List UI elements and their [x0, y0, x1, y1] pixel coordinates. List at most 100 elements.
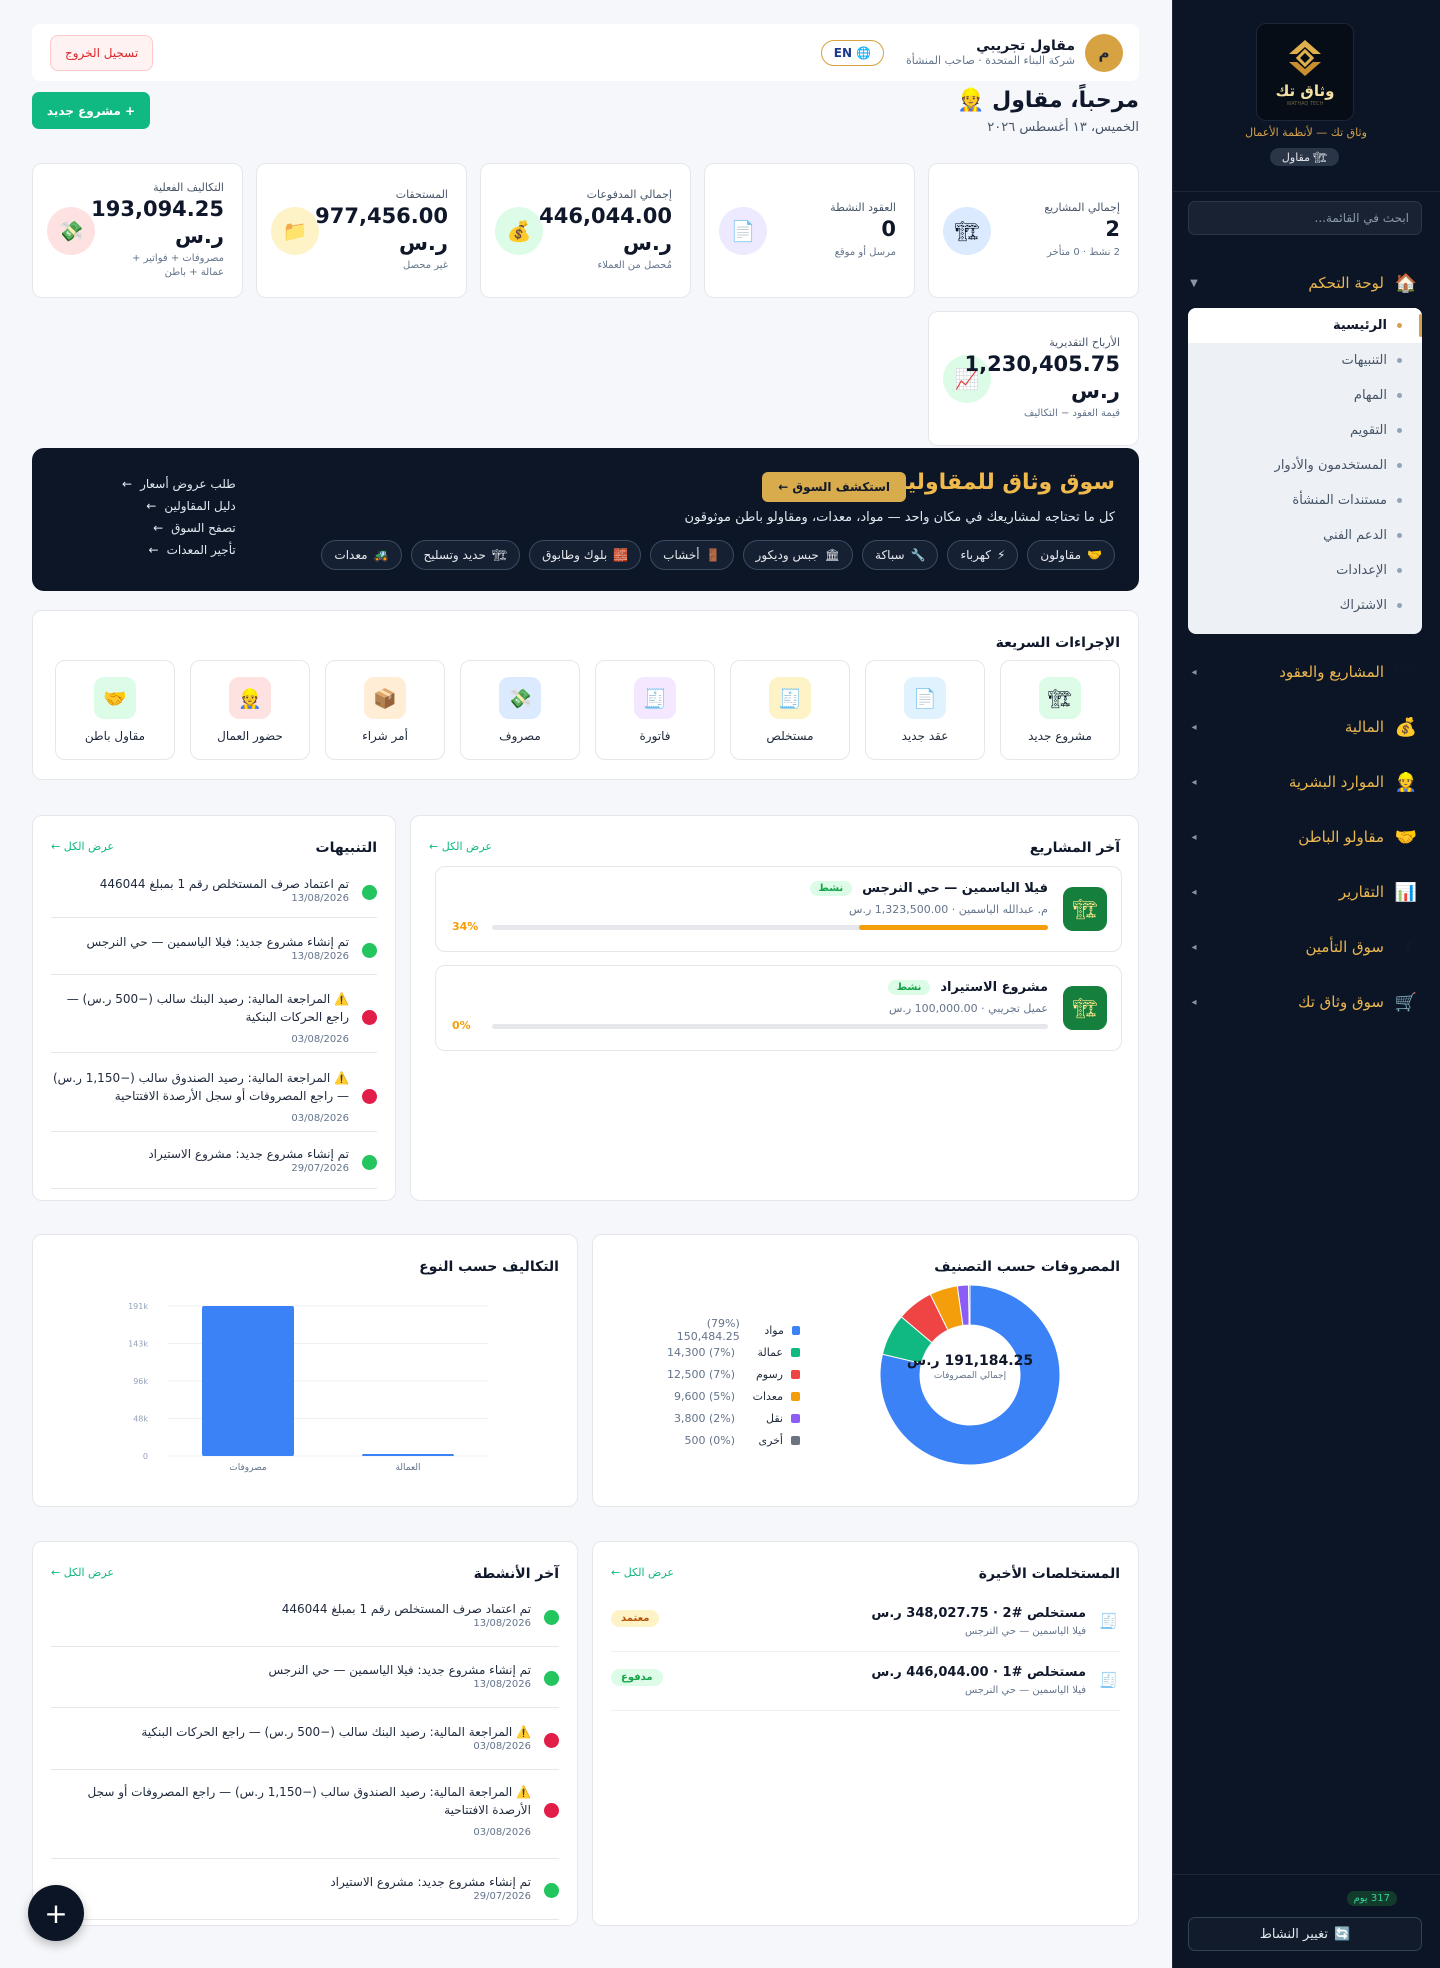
- chevron-left-icon: ◂: [1191, 996, 1197, 1008]
- costs-bar-chart: 0 48k 96k 143k 191k مصروفات العمالة: [128, 1302, 488, 1473]
- feed-item[interactable]: ⚠️ المراجعة المالية: رصيد الصندوق سالب (…: [51, 1065, 377, 1132]
- sidebar-section[interactable]: 🏗 المشاريع والعقود ◂: [1186, 652, 1426, 692]
- stat-card: 💰 إجمالي المدفوعات 446,044.00 ر.س مُحصل من …: [480, 163, 691, 298]
- feed-item[interactable]: تم اعتماد صرف المستخلص رقم 1 بمبلغ 44604…: [51, 871, 377, 918]
- market-category-chip[interactable]: 🏗 حديد وتسليح: [410, 540, 521, 570]
- quick-action-button[interactable]: 👷 حضور العمال: [190, 660, 310, 760]
- sidebar-subitem[interactable]: التنبيهات: [1188, 343, 1422, 378]
- category-icon: 🔧: [910, 548, 926, 562]
- sidebar-search-input[interactable]: ابحث في القائمة...: [1188, 201, 1422, 235]
- language-label: EN: [833, 45, 853, 60]
- x-tick-label: مصروفات: [229, 1463, 267, 1473]
- market-category-chip[interactable]: 🚪 أخشاب: [650, 540, 734, 570]
- quick-add-fab-button[interactable]: +: [28, 1885, 84, 1941]
- language-toggle[interactable]: 🌐 EN: [820, 39, 884, 66]
- sidebar-subitem[interactable]: الاشتراك: [1188, 588, 1422, 623]
- donut-total-label: إجمالي المصروفات: [933, 1371, 1007, 1381]
- arrow-left-icon: ←: [153, 521, 164, 535]
- feed-date: 13/08/2026: [473, 1618, 531, 1629]
- sidebar-section[interactable]: 🤝 مقاولو الباطن ◂: [1186, 817, 1426, 857]
- claim-item[interactable]: 🧾 مستخلص #2 · 348,027.75 ر.س فيلا الياسمين…: [611, 1594, 1120, 1652]
- market-link[interactable]: تصفح السوق ←: [122, 520, 236, 536]
- legend-item: مواد (79%) 150,484.25: [650, 1317, 800, 1343]
- recent-projects-card: آخر المشاريع عرض الكل ← 🏗 فيلا الياسمين —…: [410, 815, 1139, 1201]
- market-category-chip[interactable]: ⚡ كهرباء: [947, 540, 1019, 570]
- claims-view-all-link[interactable]: عرض الكل ←: [611, 1566, 674, 1579]
- feed-item[interactable]: تم إنشاء مشروع جديد: مشروع الاستيراد 29/0…: [51, 1869, 559, 1920]
- market-link[interactable]: طلب عروض أسعار ←: [122, 476, 236, 492]
- explore-market-button[interactable]: استكشف السوق ←: [762, 472, 906, 502]
- new-project-button[interactable]: + مشروع جديد: [32, 92, 150, 129]
- quick-action-button[interactable]: 📦 أمر شراء: [325, 660, 445, 760]
- sidebar-section[interactable]: 📊 التقارير ◂: [1186, 872, 1426, 912]
- market-category-chip[interactable]: 🚜 معدات: [321, 540, 402, 570]
- feed-text: ⚠️ المراجعة المالية: رصيد الصندوق سالب (…: [52, 1071, 349, 1103]
- activities-view-all-link[interactable]: عرض الكل ←: [51, 1566, 114, 1579]
- chevron-left-icon: ◂: [1191, 776, 1197, 788]
- status-dot-icon: [544, 1733, 559, 1748]
- sidebar-subitem[interactable]: المهام: [1188, 378, 1422, 413]
- category-label: جبس وديكور: [755, 548, 819, 562]
- quick-action-button[interactable]: 🧾 مستخلص: [730, 660, 850, 760]
- sidebar-subitem-label: مستندات المنشأة: [1292, 493, 1387, 508]
- stat-subtitle: مصروفات + فواتير + عمالة + باطن: [132, 252, 224, 278]
- chevron-left-icon: ◂: [1191, 886, 1197, 898]
- quick-action-button[interactable]: 🤝 مقاول باطن: [55, 660, 175, 760]
- bar-1[interactable]: [202, 1306, 294, 1456]
- feed-date: 13/08/2026: [473, 1679, 531, 1690]
- bar-2[interactable]: [362, 1454, 454, 1456]
- bullet-dot-icon: [1397, 533, 1402, 538]
- feed-item[interactable]: ⚠️ المراجعة المالية: رصيد الصندوق سالب (…: [51, 1779, 559, 1859]
- sidebar-section[interactable]: 👷 الموارد البشرية ◂: [1186, 762, 1426, 802]
- sidebar-section[interactable]: 🛒 سوق وثاق تك ◂: [1186, 982, 1426, 1022]
- quick-action-button[interactable]: 🏗 مشروع جديد: [1000, 660, 1120, 760]
- market-category-chip[interactable]: 🔧 سباكة: [862, 540, 939, 570]
- sidebar-section-dashboard[interactable]: 🏠 لوحة التحكم ▼: [1186, 263, 1426, 303]
- sidebar-subitem[interactable]: مستندات المنشأة: [1188, 483, 1422, 518]
- logo[interactable]: وثاق تك WATHAQ TECH: [1256, 23, 1354, 121]
- feed-item[interactable]: تم إنشاء مشروع جديد: فيلا الياسمين — حي …: [51, 1657, 559, 1708]
- quick-action-button[interactable]: 📄 عقد جديد: [865, 660, 985, 760]
- sidebar-subitem[interactable]: الدعم الفني: [1188, 518, 1422, 553]
- feed-item[interactable]: تم إنشاء مشروع جديد: فيلا الياسمين — حي …: [51, 929, 377, 975]
- project-item[interactable]: 🏗 مشروع الاستيراد نشط عميل تجريبي · 100,000…: [435, 965, 1122, 1051]
- quick-action-button[interactable]: 💸 مصروف: [460, 660, 580, 760]
- category-label: سباكة: [875, 548, 905, 562]
- feed-item[interactable]: ⚠️ المراجعة المالية: رصيد البنك سالب (−5…: [51, 986, 377, 1053]
- legend-item: رسوم (7%) 12,500: [650, 1363, 800, 1385]
- logout-button[interactable]: تسجيل الخروج: [50, 34, 154, 71]
- market-link[interactable]: تأجير المعدات ←: [122, 542, 236, 558]
- quick-action-label: مستخلص: [766, 729, 814, 743]
- sidebar-subitem-label: الرئيسية: [1332, 318, 1387, 333]
- avatar[interactable]: م: [1085, 33, 1123, 72]
- feed-item[interactable]: ⚠️ المراجعة المالية: رصيد البنك سالب (−5…: [51, 1719, 559, 1770]
- market-title: سوق وثاق للمقاولين: [887, 470, 1115, 495]
- market-link-label: تأجير المعدات: [166, 543, 236, 557]
- market-link[interactable]: دليل المقاولين ←: [122, 498, 235, 514]
- sidebar: وثاق تك WATHAQ TECH وثاق تك — لأنظمة الأ…: [1172, 0, 1440, 1968]
- x-tick-label: العمالة: [395, 1463, 420, 1473]
- quick-action-icon: 📄: [904, 677, 946, 719]
- sidebar-subitem[interactable]: الرئيسية: [1188, 308, 1422, 343]
- sidebar-subitem-label: الإعدادات: [1336, 563, 1387, 578]
- sidebar-section[interactable]: 💰 المالية ◂: [1186, 707, 1426, 747]
- market-category-chip[interactable]: 🏛 جبس وديكور: [742, 540, 854, 570]
- projects-view-all-link[interactable]: عرض الكل ←: [429, 840, 492, 853]
- donut-slice-6[interactable]: [968, 1284, 971, 1326]
- quick-action-button[interactable]: 🧾 فاتورة: [595, 660, 715, 760]
- sidebar-section[interactable]: 🛡 سوق التأمين ◂: [1186, 927, 1426, 967]
- sidebar-subitem[interactable]: التقويم: [1188, 413, 1422, 448]
- market-category-chip[interactable]: 🧱 بلوك وطابوق: [529, 540, 642, 570]
- claim-item[interactable]: 🧾 مستخلص #1 · 446,044.00 ر.س فيلا الياسمين…: [611, 1653, 1120, 1711]
- feed-text: تم إنشاء مشروع جديد: مشروع الاستيراد: [330, 1875, 531, 1889]
- stat-value: 0: [881, 217, 896, 242]
- sidebar-subitem[interactable]: المستخدمون والأدوار: [1188, 448, 1422, 483]
- project-item[interactable]: 🏗 فيلا الياسمين — حي النرجس نشط م. عبدالله …: [435, 866, 1122, 952]
- market-category-chip[interactable]: 🤝 مقاولون: [1027, 540, 1115, 570]
- feed-item[interactable]: تم اعتماد صرف المستخلص رقم 1 بمبلغ 44604…: [51, 1596, 559, 1647]
- feed-item[interactable]: تم إنشاء مشروع جديد: مشروع الاستيراد 29/0…: [51, 1141, 377, 1189]
- switch-activity-button[interactable]: 🔄 تغيير النشاط: [1188, 1917, 1422, 1951]
- stat-title: إجمالي المشاريع: [1044, 201, 1120, 215]
- alerts-view-all-link[interactable]: عرض الكل ←: [51, 840, 114, 853]
- sidebar-subitem[interactable]: الإعدادات: [1188, 553, 1422, 588]
